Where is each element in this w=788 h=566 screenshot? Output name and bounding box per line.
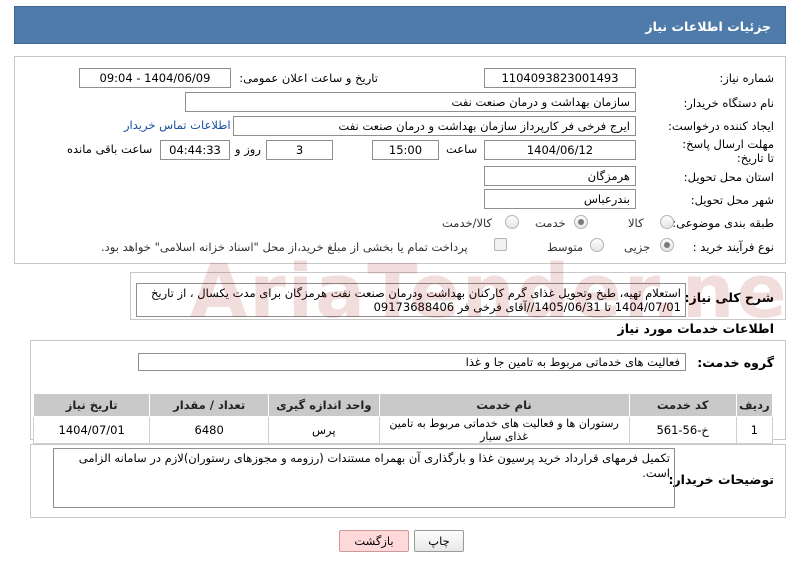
service-group-label: گروه خدمت: bbox=[697, 355, 774, 370]
requester-label: ایجاد کننده درخواست: bbox=[668, 119, 774, 133]
requester-field: ایرج فرخی فر کارپرداز سازمان بهداشت و در… bbox=[233, 116, 636, 136]
remaining-time-label: ساعت باقی مانده bbox=[67, 142, 153, 156]
remaining-time-field: 04:44:33 bbox=[160, 140, 230, 160]
buyer-notes-label: توضیحات خریدار: bbox=[668, 472, 774, 487]
category-option-service: خدمت bbox=[535, 216, 566, 230]
days-label: روز و bbox=[235, 142, 261, 156]
treasury-payment-checkbox[interactable] bbox=[494, 238, 507, 251]
deadline-label: مهلت ارسال پاسخ: تا تاریخ: bbox=[682, 137, 774, 165]
announce-datetime-label: تاریخ و ساعت اعلان عمومی: bbox=[239, 71, 378, 85]
process-radio-medium[interactable] bbox=[590, 238, 604, 252]
col-service-name: نام خدمت bbox=[378, 393, 630, 417]
province-label: استان محل تحویل: bbox=[683, 170, 774, 184]
services-table-header: ردیف کد خدمت نام خدمت واحد اندازه گیری ت… bbox=[32, 393, 774, 417]
buyer-org-label: نام دستگاه خریدار: bbox=[683, 96, 774, 110]
table-row: 1 خ-56-561 رستوران ها و فعالیت های خدمات… bbox=[32, 416, 774, 444]
page-header: جزئیات اطلاعات نیاز bbox=[14, 6, 786, 44]
deadline-time-label: ساعت bbox=[446, 142, 478, 156]
back-button[interactable]: بازگشت bbox=[339, 530, 409, 552]
buyer-notes-textarea: تکمیل فرمهای قرارداد خرید پرسیون غذا و ب… bbox=[53, 448, 675, 508]
category-radio-service[interactable] bbox=[574, 215, 588, 229]
cell-service-code: خ-56-561 bbox=[628, 416, 737, 444]
city-field: بندرعباس bbox=[484, 189, 636, 209]
services-table: ردیف کد خدمت نام خدمت واحد اندازه گیری ت… bbox=[32, 393, 774, 444]
service-group-field: فعالیت های خدماتی مربوط به تامین جا و غذ… bbox=[138, 353, 686, 371]
cell-row-number: 1 bbox=[735, 416, 774, 444]
need-number-label: شماره نیاز: bbox=[719, 71, 774, 85]
process-radio-minor[interactable] bbox=[660, 238, 674, 252]
process-option-medium: متوسط bbox=[547, 240, 584, 254]
col-unit: واحد اندازه گیری bbox=[268, 393, 380, 417]
process-option-minor: جزیی bbox=[624, 240, 651, 254]
cell-need-date: 1404/07/01 bbox=[32, 416, 151, 444]
col-quantity: تعداد / مقدار bbox=[149, 393, 270, 417]
print-button[interactable]: چاپ bbox=[414, 530, 464, 552]
col-row-number: ردیف bbox=[735, 393, 774, 417]
summary-textarea: استعلام تهیه، طبخ وتحویل غذای گرم کارکنا… bbox=[136, 283, 686, 317]
deadline-time-field: 15:00 bbox=[372, 140, 439, 160]
services-section-title: اطلاعات خدمات مورد نیاز bbox=[617, 321, 775, 336]
category-label: طبقه بندی موضوعی: bbox=[672, 216, 774, 230]
col-service-code: کد خدمت bbox=[628, 393, 737, 417]
deadline-date-field: 1404/06/12 bbox=[484, 140, 636, 160]
cell-unit: پرس bbox=[268, 416, 380, 444]
cell-service-name: رستوران ها و فعالیت های خدماتی مربوط به … bbox=[378, 416, 630, 444]
need-number-field: 1104093823001493 bbox=[484, 68, 636, 88]
summary-label: شرح کلی نیاز: bbox=[684, 290, 774, 305]
announce-datetime-field: 1404/06/09 - 09:04 bbox=[79, 68, 231, 88]
category-option-goods: کالا bbox=[628, 216, 644, 230]
category-radio-goods-service[interactable] bbox=[505, 215, 519, 229]
buyer-contact-link[interactable]: اطلاعات تماس خریدار bbox=[124, 118, 231, 132]
buyer-org-field: سازمان بهداشت و درمان صنعت نفت bbox=[185, 92, 636, 112]
province-field: هرمزگان bbox=[484, 166, 636, 186]
treasury-payment-note: پرداخت تمام یا بخشی از مبلغ خرید،از محل … bbox=[101, 240, 468, 254]
days-field: 3 bbox=[266, 140, 333, 160]
city-label: شهر محل تحویل: bbox=[690, 193, 774, 207]
process-label: نوع فرآیند خرید : bbox=[692, 240, 774, 254]
category-radio-goods[interactable] bbox=[660, 215, 674, 229]
category-option-goods-service: کالا/خدمت bbox=[442, 216, 493, 230]
col-need-date: تاریخ نیاز bbox=[32, 393, 151, 417]
page-title: جزئیات اطلاعات نیاز bbox=[645, 19, 771, 34]
cell-quantity: 6480 bbox=[149, 416, 270, 444]
